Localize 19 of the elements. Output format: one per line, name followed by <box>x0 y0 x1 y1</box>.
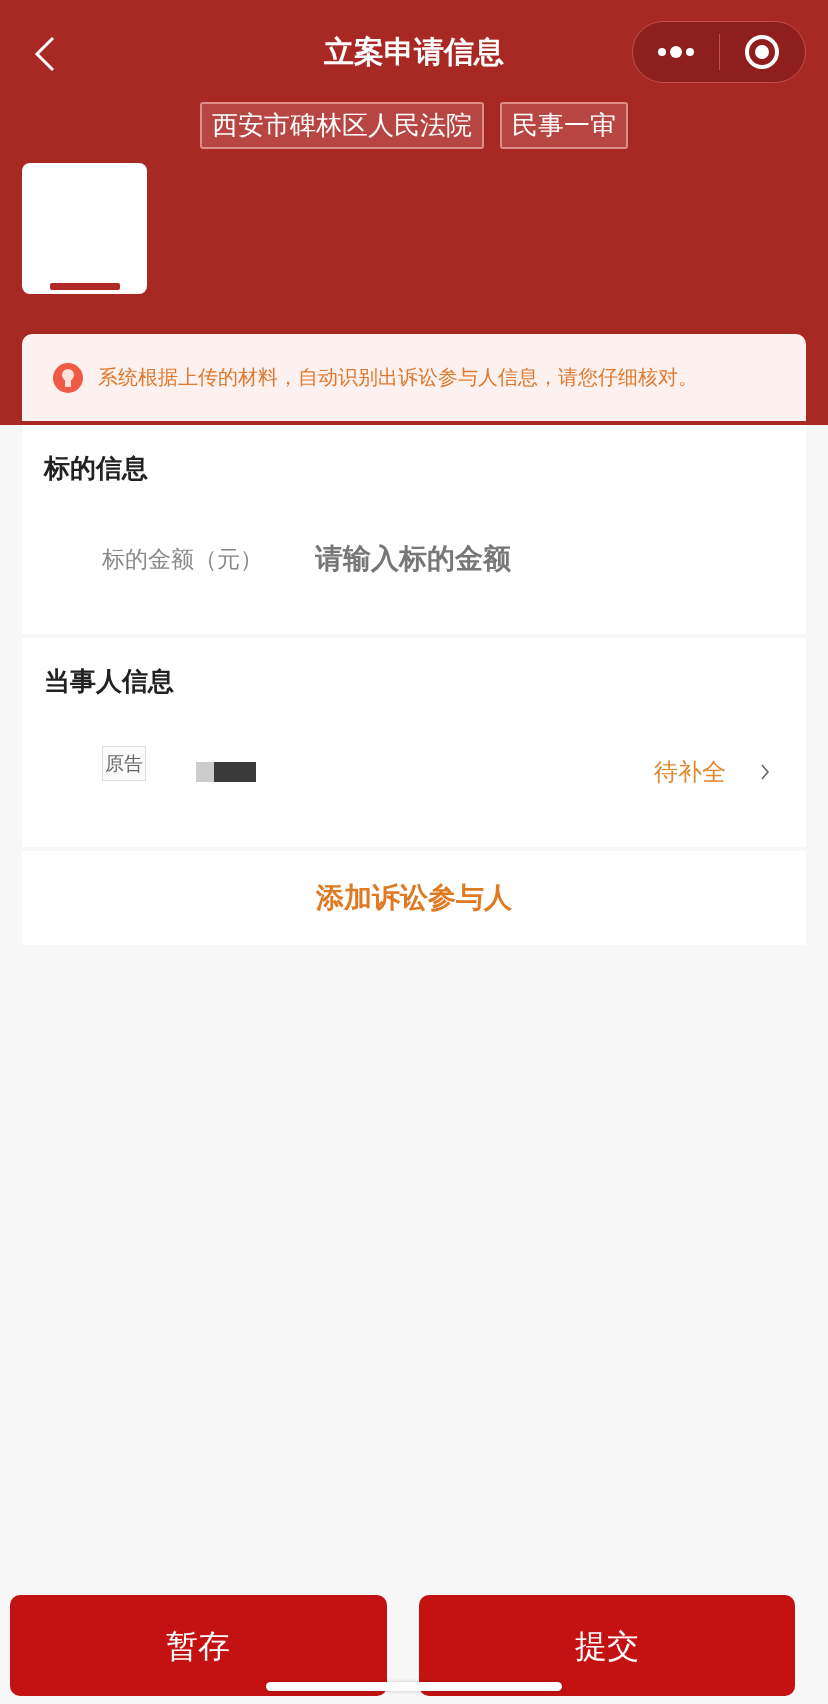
notice-text: 系统根据上传的材料，自动识别出诉讼参与人信息，请您仔细核对。 <box>98 364 698 391</box>
party-row[interactable]: 原告 待补全 <box>22 697 806 848</box>
back-icon <box>34 36 56 72</box>
more-icon <box>655 45 696 59</box>
tag: 西安市碑林区人民法院 <box>200 102 484 149</box>
submit-button[interactable]: 提交 <box>418 1595 795 1696</box>
section-title: 当事人信息 <box>43 665 175 698</box>
redacted-name <box>196 762 256 783</box>
section-title: 标的信息 <box>42 452 149 485</box>
save-draft-button[interactable]: 暂存 <box>10 1595 387 1696</box>
role-tag: 原告 <box>102 746 146 781</box>
page-title: 立案申请信息 <box>324 33 504 71</box>
tag: 民事一审 <box>500 102 628 149</box>
lightbulb-icon <box>52 361 84 394</box>
document-thumbnail[interactable] <box>22 163 147 294</box>
target-icon <box>744 34 781 70</box>
chevron-icon <box>760 763 770 782</box>
field-label: 标的金额（元） <box>102 544 263 574</box>
status-text: 待补全 <box>654 757 726 789</box>
